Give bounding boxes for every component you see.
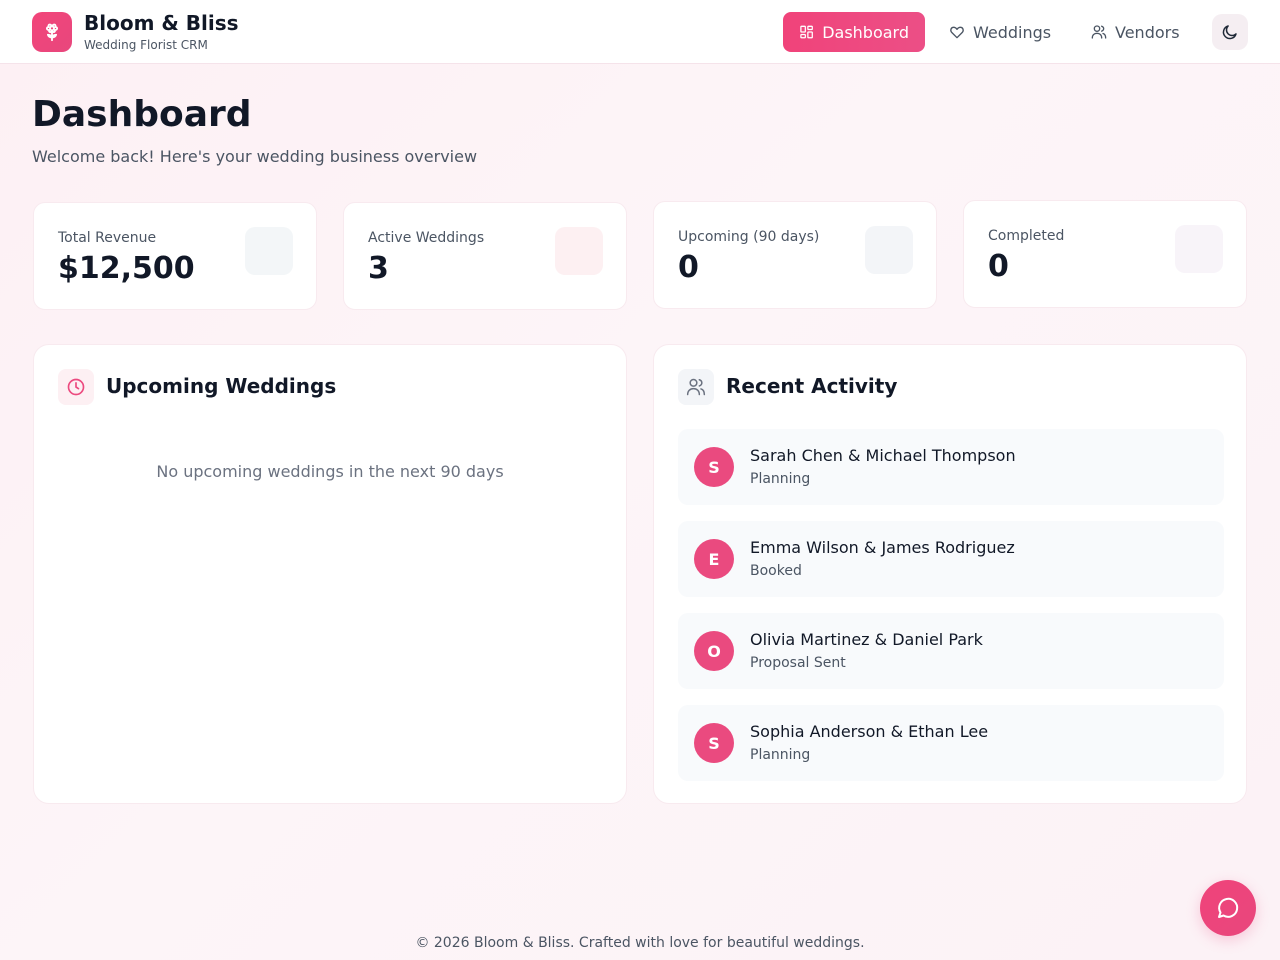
wedding-status: Booked	[750, 563, 802, 579]
page-subtitle: Welcome back! Here's your wedding busine…	[32, 147, 478, 166]
recent-activity-panel: Recent Activity S Sarah Chen & Michael T…	[653, 344, 1247, 804]
clock-icon	[67, 378, 85, 396]
empty-state-text: No upcoming weddings in the next 90 days	[156, 462, 504, 481]
wedding-status: Planning	[750, 471, 811, 487]
stat-label: Upcoming (90 days)	[678, 229, 820, 245]
brand-subtitle: Wedding Florist CRM	[84, 38, 208, 52]
moon-icon	[1222, 25, 1237, 40]
nav-dashboard-label: Dashboard	[822, 22, 909, 42]
stat-value: 0	[678, 250, 699, 285]
nav-vendors[interactable]: Vendors	[1075, 12, 1196, 52]
heart-icon	[555, 227, 603, 275]
couple-name: Sarah Chen & Michael Thompson	[750, 446, 1016, 465]
users-icon	[686, 378, 706, 396]
top-header: Bloom & Bliss Wedding Florist CRM Dashbo…	[0, 0, 1280, 64]
calendar-icon	[865, 226, 913, 274]
nav-weddings[interactable]: Weddings	[933, 12, 1067, 52]
stat-card-active-weddings: Active Weddings 3	[343, 202, 627, 310]
activity-item[interactable]: E Emma Wilson & James Rodriguez Booked	[678, 521, 1224, 597]
avatar: S	[694, 723, 734, 763]
stat-label: Total Revenue	[58, 230, 157, 246]
upcoming-weddings-title: Upcoming Weddings	[106, 374, 337, 398]
check-icon	[1175, 225, 1223, 273]
couple-name: Sophia Anderson & Ethan Lee	[750, 722, 989, 741]
stat-value: 3	[368, 251, 389, 286]
stat-card-total-revenue: Total Revenue $12,500	[33, 202, 317, 310]
stat-value: 0	[988, 249, 1009, 284]
stat-value: $12,500	[58, 251, 195, 286]
revenue-icon	[245, 227, 293, 275]
activity-item[interactable]: S Sarah Chen & Michael Thompson Planning	[678, 429, 1224, 505]
nav-vendors-label: Vendors	[1115, 22, 1180, 42]
activity-item[interactable]: S Sophia Anderson & Ethan Lee Planning	[678, 705, 1224, 781]
stat-label: Completed	[988, 228, 1065, 244]
brand-name: Bloom & Bliss	[84, 11, 239, 35]
couple-name: Emma Wilson & James Rodriguez	[750, 538, 1015, 557]
theme-toggle-button[interactable]	[1212, 14, 1248, 50]
stat-label: Active Weddings	[368, 230, 485, 246]
avatar: O	[694, 631, 734, 671]
recent-activity-title: Recent Activity	[726, 374, 898, 398]
flower-icon	[45, 23, 59, 42]
grid-icon	[800, 25, 813, 39]
heart-icon	[950, 26, 964, 39]
nav-dashboard[interactable]: Dashboard	[783, 12, 925, 52]
stat-card-completed: Completed 0	[963, 200, 1247, 308]
footer-text: © 2026 Bloom & Bliss. Crafted with love …	[415, 935, 865, 951]
upcoming-weddings-panel: Upcoming Weddings No upcoming weddings i…	[33, 344, 627, 804]
wedding-status: Proposal Sent	[750, 655, 846, 671]
avatar: S	[694, 447, 734, 487]
page-title: Dashboard	[32, 94, 252, 135]
clock-icon-box	[58, 369, 94, 405]
chat-bubble-icon	[1218, 897, 1239, 918]
chat-button[interactable]	[1200, 880, 1256, 936]
stat-card-upcoming: Upcoming (90 days) 0	[653, 201, 937, 309]
nav-weddings-label: Weddings	[973, 22, 1052, 42]
brand-logo[interactable]	[32, 12, 72, 52]
activity-item[interactable]: O Olivia Martinez & Daniel Park Proposal…	[678, 613, 1224, 689]
users-icon	[1091, 25, 1107, 39]
avatar: E	[694, 539, 734, 579]
wedding-status: Planning	[750, 747, 811, 763]
couple-name: Olivia Martinez & Daniel Park	[750, 630, 983, 649]
users-icon-box	[678, 369, 714, 405]
